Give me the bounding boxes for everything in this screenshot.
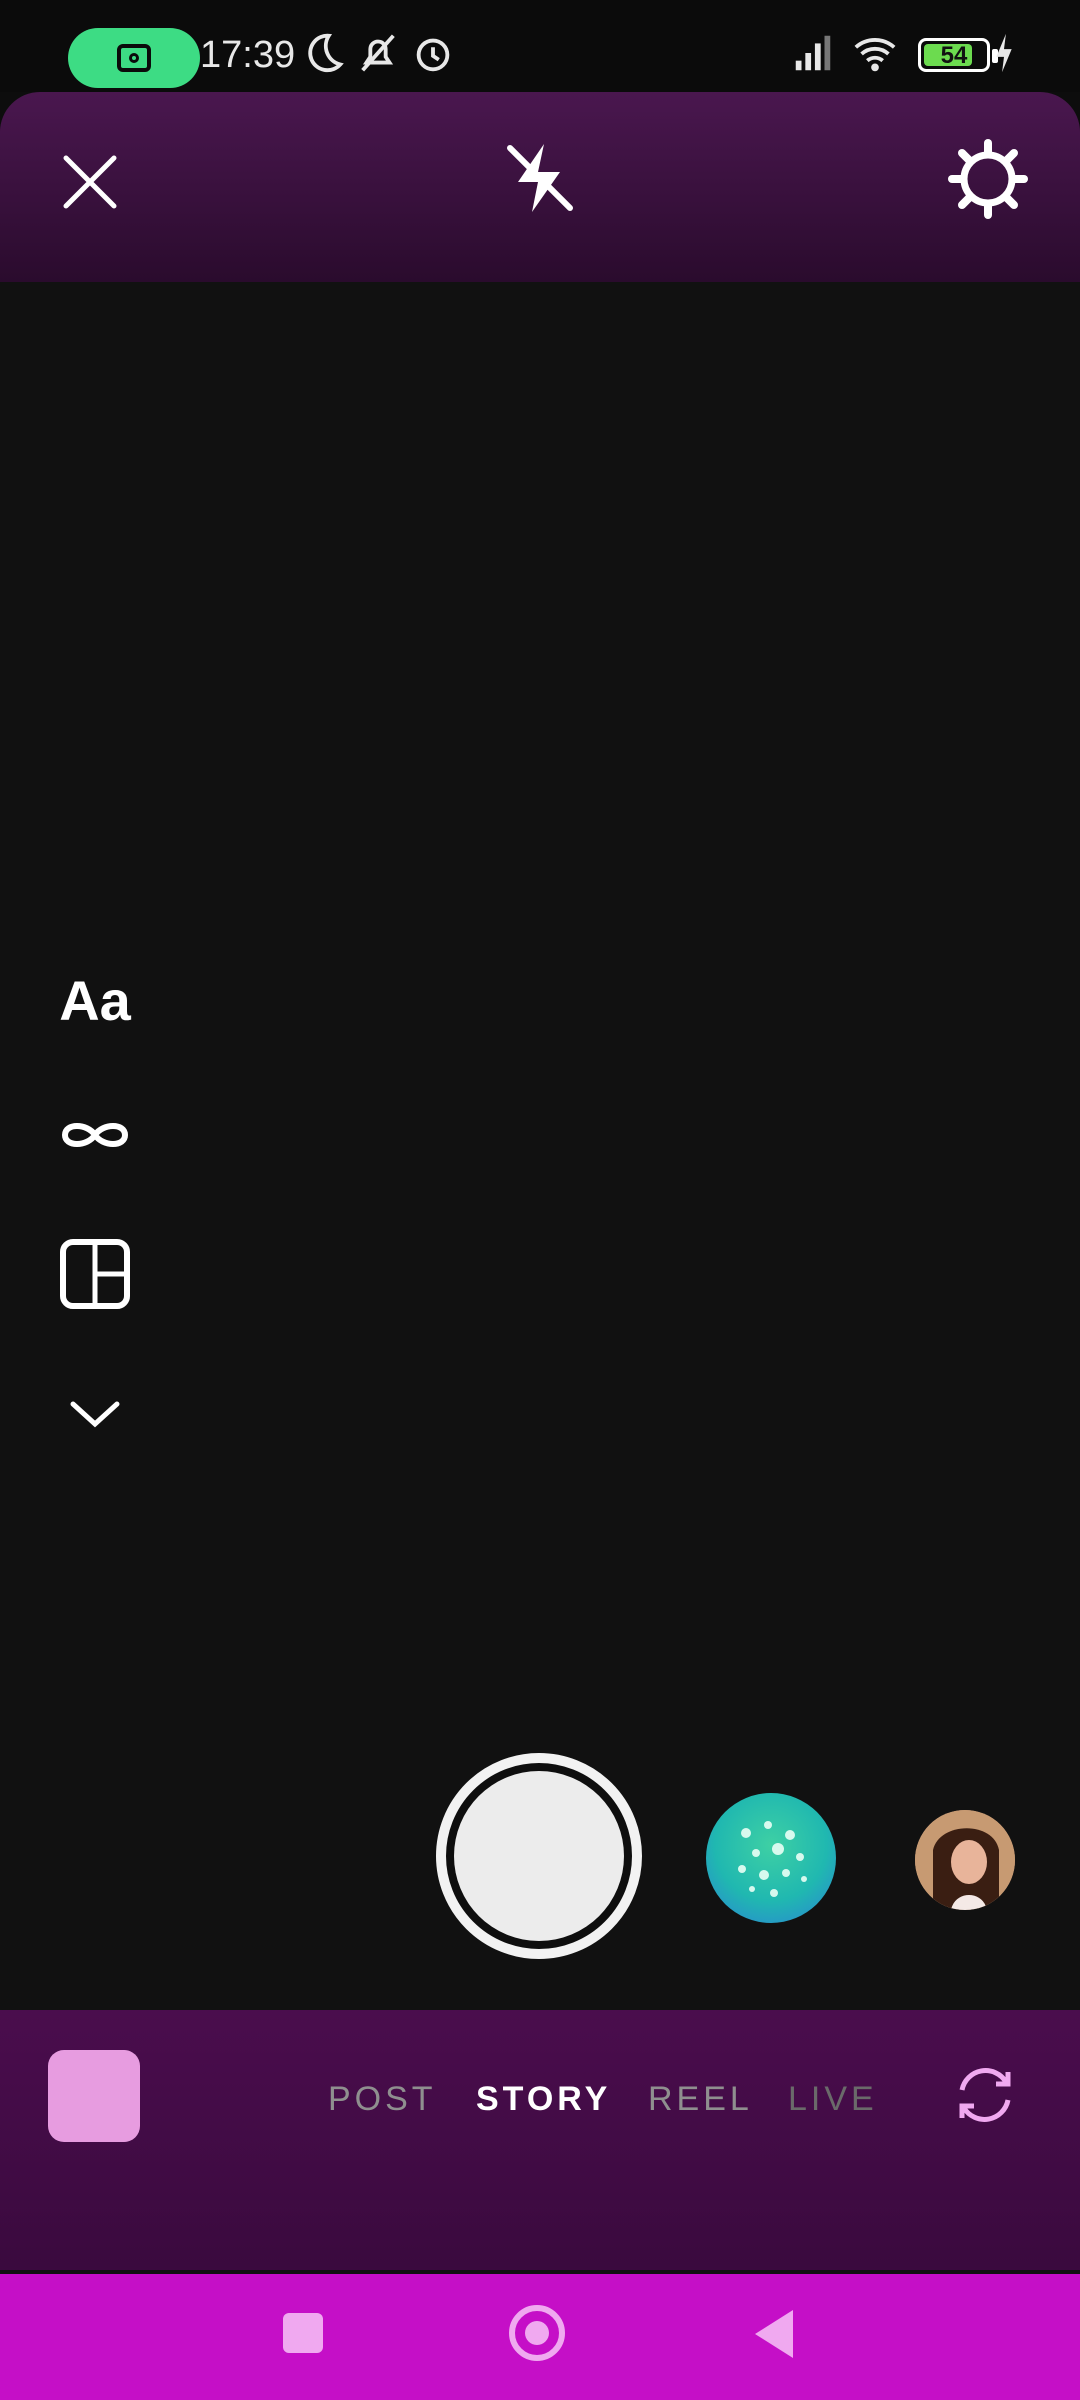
flash-toggle-button[interactable]	[470, 108, 610, 248]
close-icon	[63, 155, 117, 209]
battery-icon: 54	[918, 38, 998, 72]
sparkle-effect-icon	[738, 1821, 807, 1897]
back-icon[interactable]	[755, 2310, 793, 2358]
profile-avatar[interactable]	[915, 1810, 1015, 1910]
effect-thumbnail[interactable]	[706, 1793, 836, 1923]
gallery-thumbnail[interactable]	[48, 2050, 140, 2142]
alarm-icon	[416, 38, 450, 72]
mode-bar	[0, 2010, 1080, 2270]
chevron-down-icon	[70, 1401, 120, 1428]
settings-button[interactable]	[925, 116, 1050, 241]
boomerang-tool[interactable]	[40, 1080, 150, 1190]
text-tool-label: Aa	[59, 968, 131, 1032]
recents-icon[interactable]	[283, 2313, 323, 2353]
more-tools-button[interactable]	[40, 1358, 150, 1468]
create-text-tool[interactable]: Aa	[40, 945, 150, 1055]
camera-app-icon	[117, 44, 151, 72]
status-time: 17:39	[200, 34, 296, 76]
profile-photo	[915, 1810, 1015, 1910]
camera-in-use-indicator	[68, 28, 200, 88]
signal-icon	[795, 35, 831, 71]
mode-post[interactable]: POST	[328, 2080, 437, 2119]
mode-story[interactable]: STORY	[476, 2080, 611, 2119]
settings-icon	[947, 138, 1028, 219]
flip-camera-icon	[959, 2068, 1011, 2122]
infinity-icon	[61, 1123, 129, 1147]
mode-live[interactable]: LIVE	[788, 2080, 878, 2119]
moon-icon	[308, 33, 344, 73]
charging-icon	[996, 33, 1012, 73]
layout-tool[interactable]	[40, 1219, 150, 1329]
wifi-icon	[854, 38, 896, 72]
home-icon[interactable]	[509, 2305, 565, 2361]
layout-grid-icon	[60, 1239, 130, 1309]
shutter-button[interactable]	[436, 1753, 642, 1959]
flash-off-icon	[507, 144, 573, 212]
bell-off-icon	[361, 34, 395, 72]
battery-percent: 54	[940, 42, 968, 69]
close-button[interactable]	[30, 122, 150, 242]
flip-camera-button[interactable]	[930, 2040, 1040, 2150]
mode-reel[interactable]: REEL	[648, 2080, 753, 2119]
